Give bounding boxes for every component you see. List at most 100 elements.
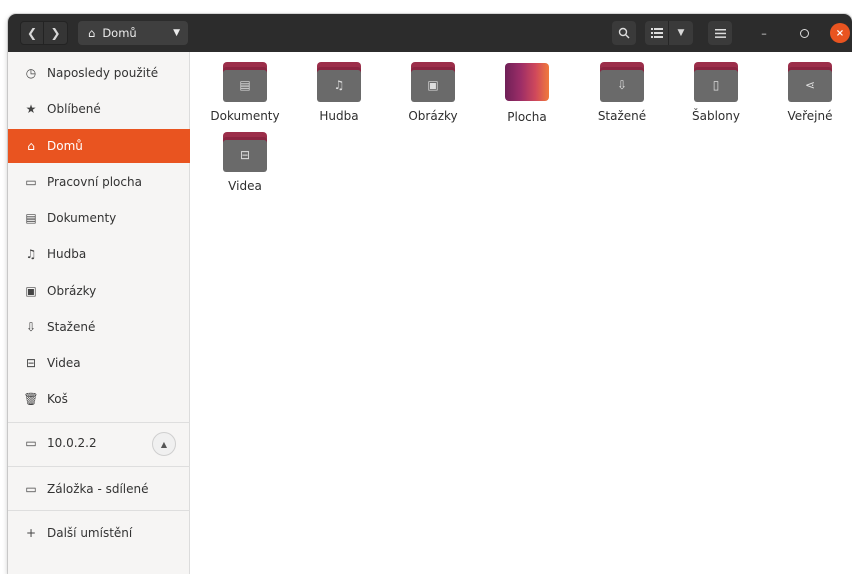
path-bar-home[interactable]: ⌂ Domů ▼ xyxy=(78,21,188,45)
sidebar-item-starred[interactable]: ★ Oblíbené xyxy=(8,92,190,126)
forward-button[interactable]: ❯ xyxy=(44,21,68,45)
sidebar-item-recent[interactable]: ◷ Naposledy použité xyxy=(8,56,190,90)
back-button[interactable]: ❮ xyxy=(20,21,44,45)
folder-label: Obrázky xyxy=(408,109,458,123)
plus-icon: + xyxy=(25,526,37,540)
folder-icon: ⇩ xyxy=(600,62,644,102)
folder-item-desktop[interactable]: Plocha xyxy=(482,52,572,130)
navigation-buttons: ❮ ❯ xyxy=(20,21,68,45)
image-icon: ▣ xyxy=(427,77,439,92)
minimize-button[interactable]: – xyxy=(754,23,774,43)
sidebar-item-pictures[interactable]: ▣ Obrázky xyxy=(8,274,190,308)
video-icon: ⊟ xyxy=(25,356,37,370)
clock-icon: ◷ xyxy=(25,66,37,80)
folder-icon: ♫ xyxy=(317,62,361,102)
sidebar-item-label: Další umístění xyxy=(47,526,133,540)
sidebar-item-bookmark[interactable]: ▭ Záložka - sdílené xyxy=(8,472,190,506)
search-icon xyxy=(618,27,630,39)
trash-icon: 🗑 xyxy=(23,392,39,406)
chevron-left-icon: ❮ xyxy=(26,26,38,40)
minimize-icon: – xyxy=(761,26,767,40)
sidebar-item-label: Domů xyxy=(47,139,83,153)
sidebar-item-network-drive[interactable]: ▭ 10.0.2.2 ▲ xyxy=(8,426,190,460)
folder-label: Veřejné xyxy=(787,109,833,123)
sidebar-item-home[interactable]: ⌂ Domů xyxy=(8,129,190,163)
music-icon: ♫ xyxy=(333,77,345,92)
main-menu-button[interactable] xyxy=(708,21,732,45)
list-view-button[interactable] xyxy=(645,21,669,45)
download-icon: ⇩ xyxy=(25,320,37,334)
folder-label: Stažené xyxy=(597,109,647,123)
sidebar-item-label: Záložka - sdílené xyxy=(47,482,149,496)
folder-icon: ⊟ xyxy=(223,132,267,172)
download-icon: ⇩ xyxy=(616,77,628,92)
sidebar-divider xyxy=(8,466,190,467)
folder-item-videos[interactable]: ⊟ Videa xyxy=(200,122,290,200)
folder-label: Hudba xyxy=(319,109,359,123)
document-icon: ▤ xyxy=(239,77,251,92)
desktop-icon: ▭ xyxy=(25,175,37,189)
maximize-button[interactable] xyxy=(794,23,814,43)
folder-item-downloads[interactable]: ⇩ Stažené xyxy=(577,52,667,130)
folder-item-templates[interactable]: ▯ Šablony xyxy=(671,52,761,130)
caret-down-icon: ▼ xyxy=(677,28,685,38)
list-view-icon xyxy=(650,28,663,38)
folder-icon: ▭ xyxy=(25,482,37,496)
view-toggle: ▼ xyxy=(645,21,693,45)
search-button[interactable] xyxy=(612,21,636,45)
file-view: ▤ Dokumenty ♫ Hudba ▣ Obrázky Plocha ⇩ S… xyxy=(190,52,852,574)
home-icon: ⌂ xyxy=(27,139,35,153)
folder-item-pictures[interactable]: ▣ Obrázky xyxy=(388,52,478,130)
chevron-right-icon: ❯ xyxy=(50,26,61,40)
sidebar-item-label: Koš xyxy=(47,392,68,406)
folder-item-documents[interactable]: ▤ Dokumenty xyxy=(200,52,290,130)
sidebar-item-label: Dokumenty xyxy=(47,211,117,225)
view-options-button[interactable]: ▼ xyxy=(669,21,693,45)
eject-icon: ▲ xyxy=(160,439,168,449)
sidebar-item-videos[interactable]: ⊟ Videa xyxy=(8,346,190,380)
maximize-icon xyxy=(799,28,809,38)
share-icon: ⋖ xyxy=(804,77,816,92)
sidebar-item-label: Hudba xyxy=(47,247,87,261)
sidebar-item-documents[interactable]: ▤ Dokumenty xyxy=(8,201,190,235)
sidebar-item-label: Obrázky xyxy=(47,284,97,298)
path-label: Domů xyxy=(102,26,137,40)
home-icon: ⌂ xyxy=(88,26,96,40)
sidebar-item-trash[interactable]: 🗑 Koš xyxy=(8,382,190,416)
close-button[interactable]: × xyxy=(830,23,850,43)
document-icon: ▤ xyxy=(25,211,37,225)
music-icon: ♫ xyxy=(25,247,37,261)
sidebar-item-desktop[interactable]: ▭ Pracovní plocha xyxy=(8,165,190,199)
sidebar-item-music[interactable]: ♫ Hudba xyxy=(8,237,190,271)
close-icon: × xyxy=(835,27,845,39)
video-icon: ⊟ xyxy=(239,147,251,162)
network-drive-icon: ▭ xyxy=(25,436,37,450)
folder-icon: ▯ xyxy=(694,62,738,102)
desktop-icon xyxy=(505,63,549,101)
folder-item-music[interactable]: ♫ Hudba xyxy=(294,52,384,130)
sidebar-item-downloads[interactable]: ⇩ Stažené xyxy=(8,310,190,344)
folder-icon: ▤ xyxy=(223,62,267,102)
sidebar-item-other-locations[interactable]: + Další umístění xyxy=(8,516,190,550)
folder-label: Dokumenty xyxy=(210,109,280,123)
folder-icon: ⋖ xyxy=(788,62,832,102)
sidebar-item-label: Naposledy použité xyxy=(47,66,159,80)
sidebar: ◷ Naposledy použité ★ Oblíbené ⌂ Domů ▭ … xyxy=(8,52,190,574)
sidebar-item-label: Pracovní plocha xyxy=(47,175,142,189)
headerbar: ❮ ❯ ⌂ Domů ▼ ▼ – × xyxy=(8,14,852,52)
sidebar-item-label: Videa xyxy=(47,356,81,370)
image-icon: ▣ xyxy=(25,284,37,298)
template-icon: ▯ xyxy=(712,77,720,92)
sidebar-item-label: Oblíbené xyxy=(47,102,101,116)
folder-item-public[interactable]: ⋖ Veřejné xyxy=(765,52,852,130)
sidebar-item-label: Stažené xyxy=(47,320,96,334)
file-manager-window: ❮ ❯ ⌂ Domů ▼ ▼ – × ◷ Naposledy použité ★… xyxy=(8,14,852,574)
star-icon: ★ xyxy=(25,102,37,116)
sidebar-divider xyxy=(8,422,190,423)
folder-icon: ▣ xyxy=(411,62,455,102)
folder-label: Plocha xyxy=(507,110,547,124)
folder-label: Šablony xyxy=(692,109,740,123)
sidebar-item-label: 10.0.2.2 xyxy=(47,436,97,450)
eject-button[interactable]: ▲ xyxy=(152,432,176,456)
caret-down-icon[interactable]: ▼ xyxy=(173,28,180,38)
